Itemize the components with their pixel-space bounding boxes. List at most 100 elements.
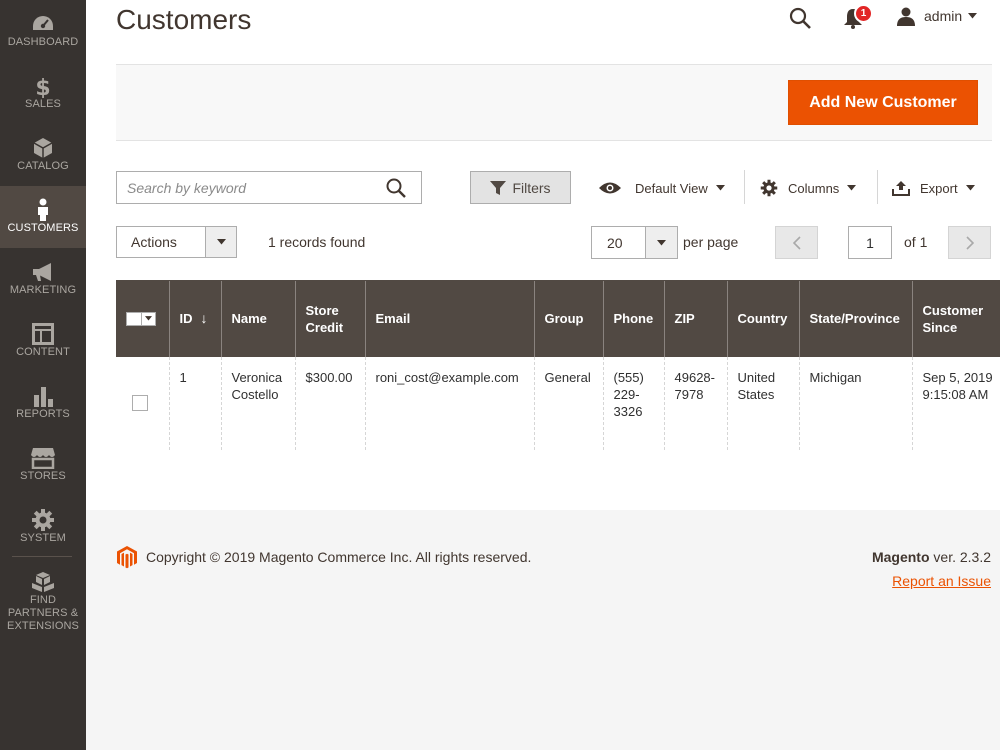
select-all-header <box>116 280 169 357</box>
next-page-button[interactable] <box>948 226 991 259</box>
cell-phone: (555) 229-3326 <box>602 356 664 450</box>
sidebar-item-stores[interactable]: STORES <box>0 434 86 496</box>
sidebar-item-content[interactable]: CONTENT <box>0 310 86 372</box>
magento-logo-icon <box>116 545 138 569</box>
column-header-name[interactable]: Name <box>220 280 295 357</box>
sidebar-item-reports[interactable]: REPORTS <box>0 372 86 434</box>
dropdown-arrow <box>205 227 236 257</box>
previous-page-button[interactable] <box>775 226 818 259</box>
export-icon <box>892 181 910 196</box>
per-page-value: 20 <box>607 235 623 251</box>
sidebar-item-label: SALES <box>25 98 61 110</box>
table-header-row: ID ↓ Name Store Credit Email Group Phone … <box>116 280 1000 357</box>
search-input[interactable] <box>117 172 367 203</box>
columns-dropdown[interactable]: Columns <box>760 176 857 200</box>
per-page-select[interactable]: 20 <box>591 226 678 259</box>
storefront-icon <box>0 446 86 470</box>
caret-down-icon <box>145 316 152 321</box>
sidebar-divider <box>12 556 72 557</box>
copyright-text: Copyright © 2019 Magento Commerce Inc. A… <box>146 549 532 565</box>
admin-sidebar: DASHBOARD $ SALES CATALOG CUSTOMERS MARK… <box>0 0 86 750</box>
columns-label: Columns <box>788 180 840 196</box>
records-found: 1 records found <box>268 234 366 250</box>
toolbar-divider <box>877 170 878 204</box>
sidebar-item-label: CONTENT <box>16 346 70 358</box>
row-select-cell <box>116 356 169 450</box>
page-actions-bar: Add New Customer <box>116 64 992 141</box>
caret-down-icon <box>968 13 978 19</box>
sidebar-item-label: SYSTEM <box>20 532 66 544</box>
chevron-right-icon <box>965 235 974 250</box>
sidebar-item-label: DASHBOARD <box>7 36 79 48</box>
export-dropdown[interactable]: Export <box>892 176 975 200</box>
filters-label: Filters <box>512 179 551 196</box>
sidebar-item-label: MARKETING <box>9 284 77 296</box>
sort-descending-icon: ↓ <box>200 310 208 327</box>
page-title: Customers <box>116 4 252 35</box>
select-options-dropdown[interactable] <box>142 311 156 326</box>
column-header-group[interactable]: Group <box>533 280 603 357</box>
gear-icon <box>0 508 86 532</box>
user-menu[interactable]: admin <box>896 4 978 28</box>
cell-customer-since: Sep 5, 2019 9:15:08 AM <box>911 356 1000 450</box>
add-new-customer-button[interactable]: Add New Customer <box>788 80 978 125</box>
filters-button[interactable]: Filters <box>470 171 571 204</box>
sidebar-item-label: CATALOG <box>17 160 69 172</box>
current-page-input[interactable] <box>848 226 892 259</box>
megaphone-icon <box>0 260 86 284</box>
cell-store-credit: $300.00 <box>294 356 365 450</box>
search-submit-button[interactable] <box>385 177 407 199</box>
mass-select-control[interactable] <box>126 311 159 326</box>
dropdown-arrow <box>645 227 677 258</box>
cell-id: 1 <box>168 356 221 450</box>
sidebar-item-dashboard[interactable]: DASHBOARD <box>0 0 86 62</box>
caret-down-icon <box>847 185 857 191</box>
select-all-checkbox[interactable] <box>126 311 142 326</box>
main-content: Customers 1 admin Add New Customer Filte… <box>86 0 1000 750</box>
person-icon <box>0 198 86 222</box>
customers-grid: ID ↓ Name Store Credit Email Group Phone … <box>116 280 1000 450</box>
column-header-country[interactable]: Country <box>726 280 799 357</box>
default-view-dropdown[interactable]: Default View <box>598 176 725 200</box>
boxes-icon <box>0 570 86 594</box>
brand-name: Magento <box>871 549 930 565</box>
column-header-email[interactable]: Email <box>364 280 534 357</box>
cell-name: Veronica Costello <box>220 356 295 450</box>
keyword-search <box>116 171 422 204</box>
sidebar-item-label: FIND PARTNERS & EXTENSIONS <box>7 594 79 632</box>
table-row[interactable]: 1 Veronica Costello $300.00 roni_cost@ex… <box>116 356 1000 450</box>
dollar-icon: $ <box>0 74 86 98</box>
layout-icon <box>0 322 86 346</box>
column-header-zip[interactable]: ZIP <box>663 280 727 357</box>
toolbar-divider <box>744 170 745 204</box>
sidebar-item-system[interactable]: SYSTEM <box>0 496 86 558</box>
search-icon <box>386 178 406 198</box>
column-header-store-credit[interactable]: Store Credit <box>294 280 365 357</box>
sidebar-item-find-partners[interactable]: FIND PARTNERS & EXTENSIONS <box>0 558 86 632</box>
bar-chart-icon <box>0 384 86 408</box>
sidebar-item-sales[interactable]: $ SALES <box>0 62 86 124</box>
cell-zip: 49628-7978 <box>663 356 727 450</box>
column-header-id[interactable]: ID ↓ <box>168 280 221 357</box>
filter-icon <box>490 180 507 195</box>
version-number: ver. 2.3.2 <box>933 549 991 565</box>
view-label: Default View <box>635 180 708 196</box>
user-icon <box>897 7 915 26</box>
sidebar-item-label: REPORTS <box>16 408 70 420</box>
svg-text:$: $ <box>35 76 50 98</box>
per-page-label: per page <box>683 234 739 250</box>
column-header-state[interactable]: State/Province <box>798 280 912 357</box>
report-issue-link[interactable]: Report an Issue <box>892 573 991 589</box>
column-header-phone[interactable]: Phone <box>602 280 664 357</box>
column-header-customer-since[interactable]: Customer Since <box>911 280 1000 357</box>
sidebar-item-marketing[interactable]: MARKETING <box>0 248 86 310</box>
mass-actions-dropdown[interactable]: Actions <box>116 226 237 258</box>
sidebar-item-customers[interactable]: CUSTOMERS <box>0 186 86 248</box>
caret-down-icon <box>965 185 975 191</box>
export-label: Export <box>920 180 958 196</box>
global-search-button[interactable] <box>788 6 812 30</box>
sidebar-item-catalog[interactable]: CATALOG <box>0 124 86 186</box>
cell-state: Michigan <box>798 356 912 450</box>
row-checkbox[interactable] <box>132 394 148 411</box>
caret-down-icon <box>216 239 226 245</box>
